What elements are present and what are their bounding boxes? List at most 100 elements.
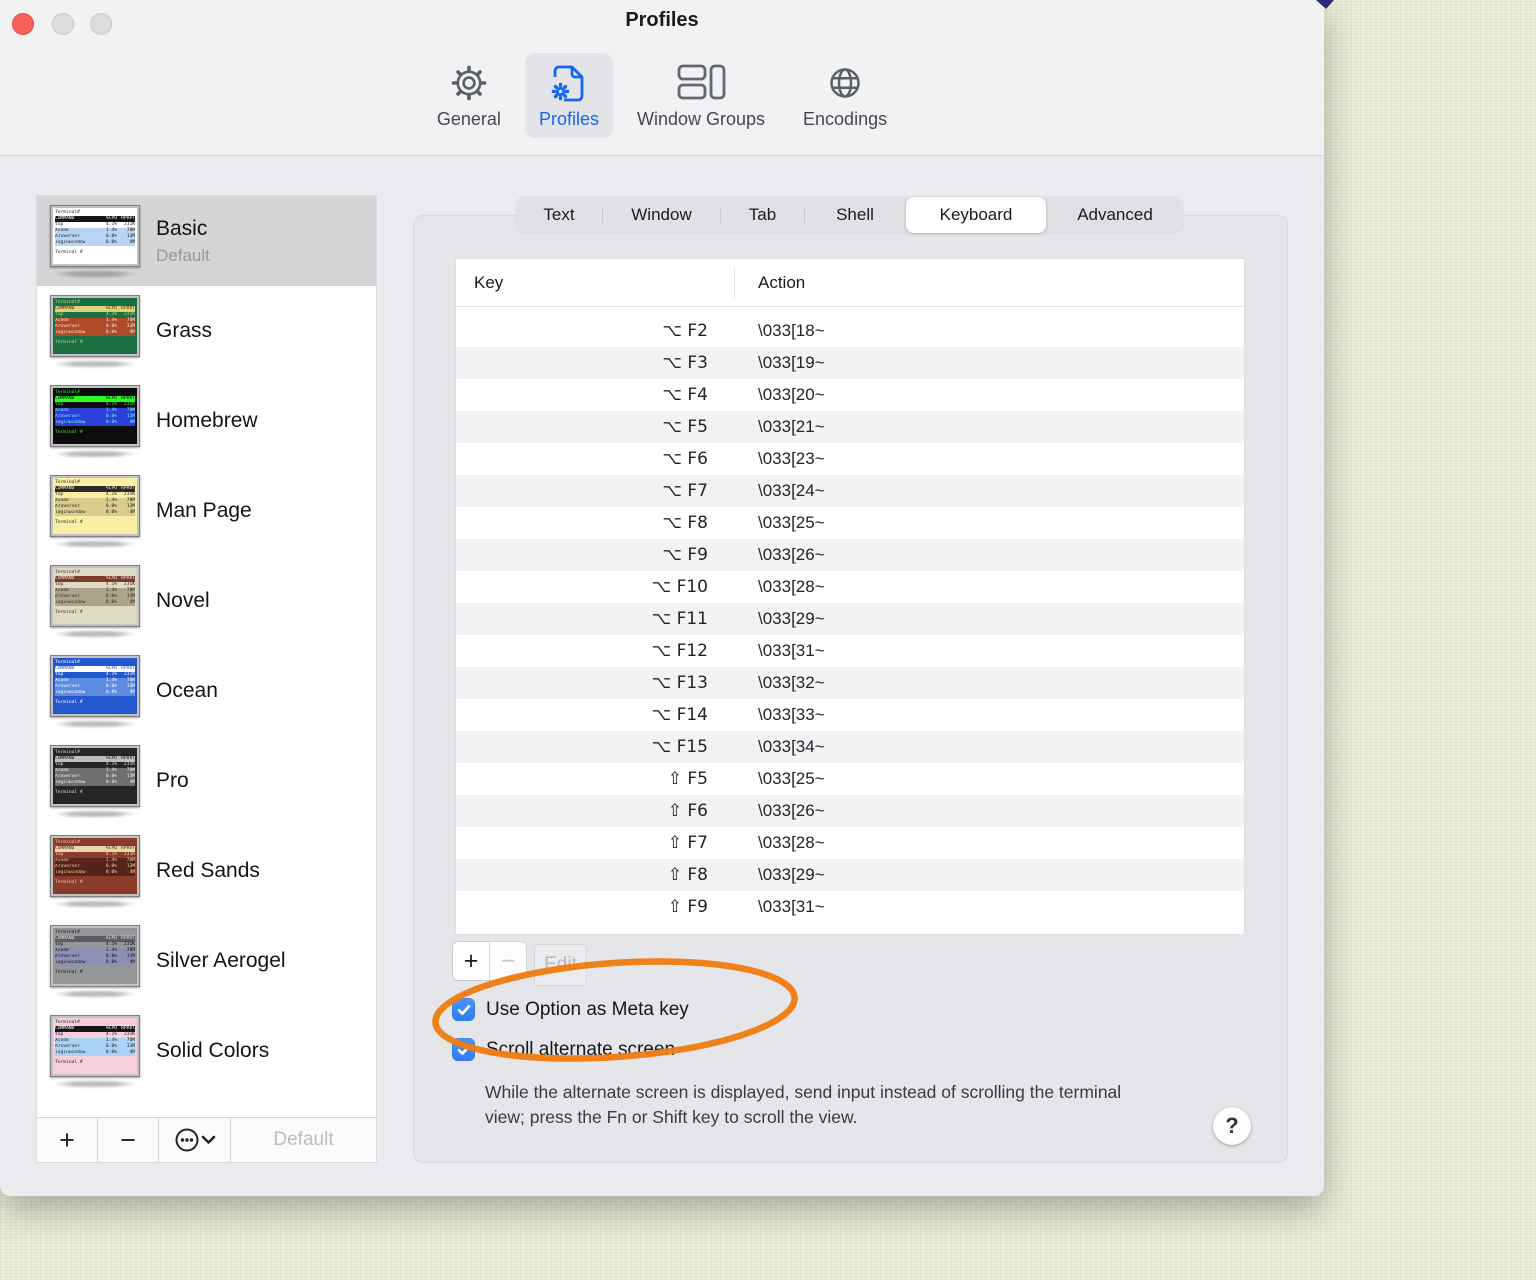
edit-binding-button[interactable]: Edit — [534, 944, 587, 986]
thumbnail-shadow — [53, 721, 137, 727]
key-binding-row[interactable]: ⌥ F3 \033[19~ — [456, 347, 1244, 379]
set-default-button[interactable]: Default — [231, 1118, 376, 1162]
profile-thumbnail: Terminal# COMMAND %CPU RPRVT top 4.1% 231K Xc… — [50, 655, 140, 717]
tab-shell[interactable]: Shell — [805, 197, 905, 233]
action-cell: \033[31~ — [758, 897, 825, 916]
profile-list-item-ocean[interactable]: Terminal# COMMAND %CPU RPRVT top 4.1% 231K Xc… — [37, 646, 376, 736]
action-cell: \033[32~ — [758, 673, 825, 692]
profile-name: Basic — [156, 216, 208, 240]
tab-advanced[interactable]: Advanced — [1047, 197, 1183, 233]
action-cell: \033[28~ — [758, 833, 825, 852]
action-cell: \033[29~ — [758, 865, 825, 884]
key-binding-row[interactable]: ⇧ F8 \033[29~ — [456, 859, 1244, 891]
toolbar-item-general[interactable]: General — [423, 53, 515, 138]
key-cell: ⌥ F5 — [662, 417, 708, 437]
profile-name: Homebrew — [156, 409, 258, 432]
action-cell: \033[31~ — [758, 641, 825, 660]
column-header-action[interactable]: Action — [758, 273, 805, 293]
key-binding-row[interactable]: ⌥ F7 \033[24~ — [456, 475, 1244, 507]
action-cell: \033[29~ — [758, 609, 825, 628]
key-binding-row[interactable]: ⌥ F14 \033[33~ — [456, 699, 1244, 731]
profile-thumbnail: Terminal# COMMAND %CPU RPRVT top 4.1% 231K Xc… — [50, 1015, 140, 1077]
key-cell: ⌥ F12 — [651, 641, 708, 661]
profile-list-item-basic[interactable]: Terminal# COMMAND %CPU RPRVT top 4.1% 231K Xc… — [37, 196, 376, 286]
thumbnail-shadow — [53, 991, 137, 997]
toolbar-items: General Profiles Window Groups Encodings — [0, 53, 1324, 138]
key-binding-row[interactable]: ⌥ F11 \033[29~ — [456, 603, 1244, 635]
globe-icon — [822, 59, 868, 107]
tab-tab[interactable]: Tab — [721, 197, 804, 233]
scroll-alternate-screen-label: Scroll alternate screen — [486, 1038, 676, 1060]
profile-list-item-solid-colors[interactable]: Terminal# COMMAND %CPU RPRVT top 4.1% 231K Xc… — [37, 1006, 376, 1096]
column-divider[interactable] — [734, 267, 735, 299]
key-cell: ⌥ F14 — [651, 705, 708, 725]
key-binding-row[interactable]: ⌥ F5 \033[21~ — [456, 411, 1244, 443]
tab-keyboard[interactable]: Keyboard — [906, 197, 1046, 233]
key-binding-row[interactable]: ⌥ F12 \033[31~ — [456, 635, 1244, 667]
profile-sidebar: Terminal# COMMAND %CPU RPRVT top 4.1% 231K Xc… — [36, 195, 377, 1163]
key-binding-row[interactable]: ⇧ F6 \033[26~ — [456, 795, 1244, 827]
use-option-as-meta-label: Use Option as Meta key — [486, 998, 689, 1020]
profile-list-item-man-page[interactable]: Terminal# COMMAND %CPU RPRVT top 4.1% 231K Xc… — [37, 466, 376, 556]
key-binding-row[interactable]: ⌥ F6 \033[23~ — [456, 443, 1244, 475]
toolbar-item-window-groups[interactable]: Window Groups — [623, 53, 779, 138]
key-cell: ⌥ F4 — [662, 385, 708, 405]
profiles-doc-icon — [546, 59, 592, 107]
profile-thumbnail: Terminal# COMMAND %CPU RPRVT top 4.1% 231K Xc… — [50, 475, 140, 537]
key-binding-row[interactable]: ⌥ F4 \033[20~ — [456, 379, 1244, 411]
profile-list-item-red-sands[interactable]: Terminal# COMMAND %CPU RPRVT top 4.1% 231K Xc… — [37, 826, 376, 916]
key-cell: ⇧ F9 — [667, 897, 708, 917]
window-title: Profiles — [625, 9, 699, 31]
profile-list-item-silver-aerogel[interactable]: Terminal# COMMAND %CPU RPRVT top 4.1% 231K Xc… — [37, 916, 376, 1006]
key-cell: ⇧ F7 — [667, 833, 708, 853]
action-cell: \033[20~ — [758, 385, 825, 404]
toolbar-item-encodings[interactable]: Encodings — [789, 53, 901, 138]
thumbnail-shadow — [53, 271, 137, 277]
key-cell: ⌥ F7 — [662, 481, 708, 501]
key-cell: ⌥ F9 — [662, 545, 708, 565]
key-binding-row[interactable]: ⌥ F15 \033[34~ — [456, 731, 1244, 763]
action-cell: \033[26~ — [758, 801, 825, 820]
key-binding-row[interactable]: ⇧ F9 \033[31~ — [456, 891, 1244, 923]
tab-bar: Text Window Tab Shell Keyboard Advanced — [516, 197, 1183, 233]
profile-list-item-homebrew[interactable]: Terminal# COMMAND %CPU RPRVT top 4.1% 231K Xc… — [37, 376, 376, 466]
profile-name: Novel — [156, 589, 210, 612]
profile-list-item-grass[interactable]: Terminal# COMMAND %CPU RPRVT top 4.1% 231K Xc… — [37, 286, 376, 376]
key-binding-row[interactable]: ⌥ F10 \033[28~ — [456, 571, 1244, 603]
column-header-key[interactable]: Key — [456, 273, 503, 293]
action-cell: \033[24~ — [758, 481, 825, 500]
profile-thumbnail: Terminal# COMMAND %CPU RPRVT top 4.1% 231K Xc… — [50, 295, 140, 357]
key-cell: ⌥ F11 — [651, 609, 708, 629]
key-binding-row[interactable]: ⇧ F5 \033[25~ — [456, 763, 1244, 795]
preferences-window: Profiles General Profiles Window Groups … — [0, 0, 1324, 1196]
profile-list-item-pro[interactable]: Terminal# COMMAND %CPU RPRVT top 4.1% 231K Xc… — [37, 736, 376, 826]
toolbar-item-label: Profiles — [538, 109, 599, 129]
action-cell: \033[28~ — [758, 577, 825, 596]
key-cell: ⇧ F6 — [667, 801, 708, 821]
profile-name: Silver Aerogel — [156, 949, 286, 972]
profile-name: Red Sands — [156, 859, 260, 882]
key-binding-row[interactable]: ⌥ F2 \033[18~ — [456, 315, 1244, 347]
add-binding-button[interactable]: + — [452, 941, 490, 981]
help-button[interactable]: ? — [1213, 1107, 1251, 1145]
scroll-alternate-screen-checkbox[interactable] — [452, 1038, 475, 1061]
add-profile-button[interactable]: + — [37, 1118, 98, 1162]
profile-thumbnail: Terminal# COMMAND %CPU RPRVT top 4.1% 231K Xc… — [50, 205, 140, 267]
key-binding-row[interactable]: ⌥ F8 \033[25~ — [456, 507, 1244, 539]
thumbnail-shadow — [53, 631, 137, 637]
profile-actions-menu-button[interactable] — [159, 1118, 231, 1162]
checkmark-icon — [457, 1004, 470, 1015]
tab-text[interactable]: Text — [516, 197, 602, 233]
tab-window[interactable]: Window — [603, 197, 720, 233]
key-binding-row[interactable]: ⇧ F7 \033[28~ — [456, 827, 1244, 859]
remove-profile-button[interactable]: − — [98, 1118, 159, 1162]
profile-list-item-novel[interactable]: Terminal# COMMAND %CPU RPRVT top 4.1% 231K Xc… — [37, 556, 376, 646]
table-header: Key Action — [456, 259, 1244, 307]
key-binding-row[interactable]: ⌥ F9 \033[26~ — [456, 539, 1244, 571]
key-bindings-table: Key Action ⌥ F2 \033[18~ ⌥ F3 \033[19~ ⌥ F4 \… — [455, 258, 1245, 935]
toolbar-item-profiles[interactable]: Profiles — [524, 53, 613, 138]
key-cell: ⌥ F6 — [662, 449, 708, 469]
use-option-as-meta-checkbox[interactable] — [452, 998, 475, 1021]
remove-binding-button[interactable]: − — [489, 941, 527, 981]
key-binding-row[interactable]: ⌥ F13 \033[32~ — [456, 667, 1244, 699]
